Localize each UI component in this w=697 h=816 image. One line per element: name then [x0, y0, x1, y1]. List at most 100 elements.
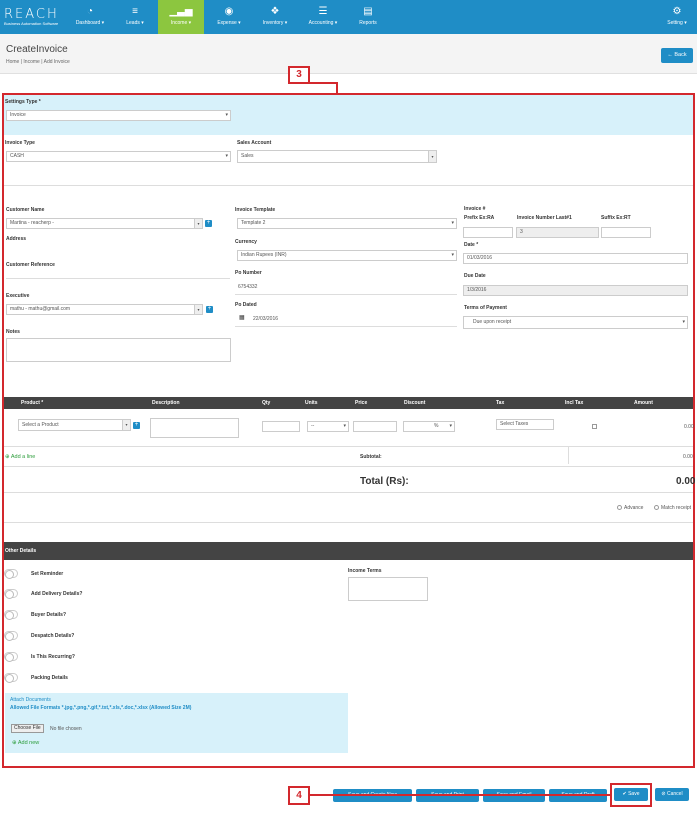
buyer-details-label: Buyer Details?: [31, 612, 67, 618]
choose-file-button[interactable]: Choose File: [11, 724, 44, 733]
qty-input[interactable]: [262, 421, 300, 432]
recurring-toggle[interactable]: [4, 652, 18, 662]
add-product-button[interactable]: +: [133, 422, 140, 429]
product-select-value: Select a Product: [22, 422, 59, 428]
packing-details-toggle[interactable]: [4, 673, 18, 683]
settings-type-select[interactable]: Invoice ▾: [6, 110, 231, 121]
recurring-label: Is This Recurring?: [31, 654, 75, 660]
table-divider: [4, 492, 693, 493]
advance-radio[interactable]: [617, 505, 622, 510]
chevron-down-icon: ▾: [225, 153, 228, 159]
chevron-down-icon: ▾: [428, 151, 436, 162]
price-input[interactable]: [353, 421, 397, 432]
cancel-button[interactable]: ⊘ Cancel: [655, 788, 689, 801]
nav-leads[interactable]: ≡ Leads ▾: [114, 0, 156, 34]
date-input[interactable]: 01/03/2016: [463, 253, 688, 264]
add-new-link[interactable]: ⊕ Add new: [12, 740, 39, 746]
back-button[interactable]: ← Back: [661, 48, 693, 63]
field-underline: [235, 326, 457, 327]
delivery-details-label: Add Delivery Details?: [31, 591, 83, 597]
nav-inventory[interactable]: ❖ Inventory ▾: [252, 0, 298, 34]
chevron-down-icon: ▾: [451, 220, 454, 226]
description-textarea[interactable]: [150, 418, 239, 438]
nav-reports-label: Reports: [359, 20, 377, 26]
attach-documents-panel: [5, 693, 348, 753]
invoice-type-label: Invoice Type: [5, 140, 35, 146]
page-title: CreateInvoice: [6, 44, 68, 55]
top-navbar: REACH Business Automation Software ◔ Dash…: [0, 0, 697, 34]
po-dated-input[interactable]: 22/03/2016: [253, 316, 278, 322]
despatch-details-toggle[interactable]: [4, 631, 18, 641]
calendar-icon[interactable]: ▦: [239, 314, 245, 321]
terms-of-payment-value: Due upon receipt: [473, 319, 512, 325]
nav-income[interactable]: ▁▃▅ Income ▾: [158, 0, 204, 34]
add-executive-button[interactable]: +: [206, 306, 213, 313]
nav-setting[interactable]: ⚙ Setting ▾: [660, 0, 694, 34]
add-icon: ⊕: [5, 454, 10, 460]
buyer-details-toggle[interactable]: [4, 610, 18, 620]
nav-setting-label: Setting ▾: [667, 20, 687, 26]
terms-of-payment-select[interactable]: Due upon receipt ▾: [463, 316, 688, 329]
invoice-number-input[interactable]: 3: [516, 227, 599, 238]
chevron-down-icon: ▾: [194, 305, 202, 314]
subtotal-separator: [568, 446, 569, 464]
col-units: Units: [305, 400, 318, 406]
add-customer-button[interactable]: +: [205, 220, 212, 227]
match-receipt-radio[interactable]: [654, 505, 659, 510]
breadcrumb[interactable]: Home | Income | Add Invoice: [6, 59, 70, 65]
executive-select[interactable]: mathu - mathu@gmail.com ▾: [6, 304, 203, 315]
invoice-template-select[interactable]: Template 2 ▾: [237, 218, 457, 229]
other-details-header: [4, 542, 693, 560]
sales-account-select[interactable]: Sales ▾: [237, 150, 437, 163]
delivery-details-toggle[interactable]: [4, 589, 18, 599]
total-value: 0.00: [676, 476, 696, 487]
invoice-number-label: Invoice Number Last#1: [517, 215, 572, 221]
notes-label: Notes: [6, 329, 20, 335]
due-date-label: Due Date: [464, 273, 486, 279]
product-select[interactable]: Select a Product ▾: [18, 419, 131, 431]
nav-leads-label: Leads ▾: [126, 20, 144, 26]
sales-account-value: Sales: [241, 153, 254, 159]
section-divider: [4, 185, 693, 186]
units-select[interactable]: -- ▾: [307, 421, 349, 432]
no-file-chosen-text: No file chosen: [50, 726, 82, 732]
prefix-input[interactable]: [463, 227, 513, 238]
invoice-type-select[interactable]: CASH ▾: [6, 151, 231, 162]
discount-input[interactable]: % ▾: [403, 421, 455, 432]
nav-accounting[interactable]: ☰ Accounting ▾: [300, 0, 346, 34]
set-reminder-toggle[interactable]: [4, 569, 18, 579]
leads-icon: ≡: [132, 6, 138, 17]
address-label: Address: [6, 236, 27, 242]
incl-tax-checkbox[interactable]: [592, 424, 597, 429]
nav-reports[interactable]: ▤ Reports: [348, 0, 388, 34]
customer-name-value: Martina - reacherp -: [10, 220, 54, 226]
col-description: Description: [152, 400, 180, 406]
due-date-input[interactable]: 1/3/2016: [463, 285, 688, 296]
nav-income-label: Income ▾: [170, 20, 192, 26]
notes-textarea[interactable]: [6, 338, 231, 362]
tax-select[interactable]: Select Taxes: [496, 419, 554, 430]
nav-dashboard[interactable]: ◔ Dashboard ▾: [70, 0, 110, 34]
col-discount: Discount: [404, 400, 426, 406]
po-number-label: Po Number: [235, 270, 262, 276]
inventory-icon: ❖: [270, 6, 280, 17]
suffix-input[interactable]: [601, 227, 651, 238]
save-button[interactable]: ✔ Save: [614, 788, 648, 801]
add-line-link[interactable]: ⊕ Add a line: [5, 454, 35, 460]
currency-select[interactable]: Indian Rupees (INR) ▾: [237, 250, 457, 261]
customer-name-select[interactable]: Martina - reacherp - ▾: [6, 218, 203, 229]
po-number-input[interactable]: 6754332: [238, 284, 257, 290]
col-qty: Qty: [262, 400, 271, 406]
set-reminder-label: Set Reminder: [31, 571, 64, 577]
logo-text: REACH: [4, 7, 59, 22]
income-icon: ▁▃▅: [169, 6, 193, 17]
reports-icon: ▤: [363, 6, 373, 17]
page-header: [0, 34, 697, 74]
invoice-template-value: Template 2: [241, 220, 266, 226]
app-logo[interactable]: REACH Business Automation Software: [4, 8, 59, 26]
accounting-icon: ☰: [318, 6, 328, 17]
subtotal-label: Subtotal:: [360, 454, 382, 460]
income-terms-textarea[interactable]: [348, 577, 428, 601]
match-receipt-label: Match receipt: [661, 505, 692, 511]
nav-expense[interactable]: ◉ Expense ▾: [208, 0, 250, 34]
